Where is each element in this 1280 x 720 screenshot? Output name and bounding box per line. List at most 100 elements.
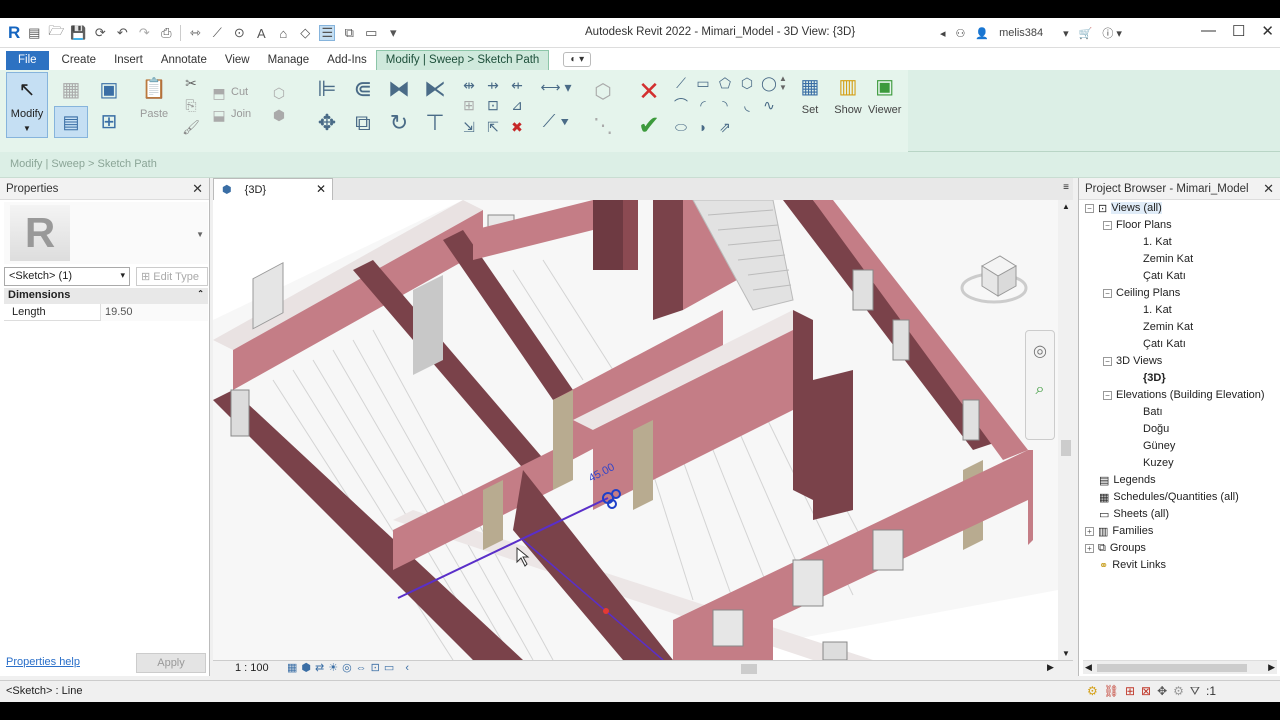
tree-item-ceiling-zemin-kat[interactable]: Zemin Kat: [1143, 319, 1193, 335]
show-button[interactable]: ▥ Show: [834, 72, 862, 117]
expand-icon[interactable]: +: [1085, 543, 1094, 553]
join-geometry-icon[interactable]: ⬓: [210, 106, 228, 124]
help-icon[interactable]: ⓘ ▾: [1102, 25, 1122, 41]
tab-view[interactable]: View: [216, 51, 259, 70]
minimize-icon[interactable]: —: [1201, 22, 1216, 40]
type-dropdown-icon[interactable]: ▼: [196, 230, 204, 239]
rectangle-icon[interactable]: ▭: [694, 74, 712, 92]
scroll-left-icon[interactable]: ◀: [1085, 662, 1092, 673]
type-selector[interactable]: <Sketch> (1) ▾: [4, 267, 130, 286]
filter-icon[interactable]: ⛛: [1190, 684, 1200, 699]
tree-item-dogu[interactable]: Doğu: [1143, 421, 1169, 437]
split-face-icon[interactable]: ⬢: [270, 106, 288, 124]
trim-multiple-icon[interactable]: ⇱: [484, 118, 502, 136]
create-assembly-icon[interactable]: ⋱: [588, 110, 618, 140]
viewcube[interactable]: [958, 240, 1030, 310]
3d-view-canvas[interactable]: 45.00 ◎ ⌕: [213, 200, 1058, 660]
tab-3d-view[interactable]: ⬢ {3D} ✕: [213, 178, 333, 200]
copy-element-icon[interactable]: ⧉: [350, 110, 376, 136]
drag-on-selection-icon[interactable]: ✥: [1157, 684, 1167, 699]
offset-icon[interactable]: ⋐: [350, 76, 376, 102]
undo-icon[interactable]: ↶: [114, 25, 130, 41]
collapse-icon[interactable]: −: [1103, 356, 1112, 366]
scroll-right-icon[interactable]: ▶: [1268, 662, 1275, 673]
scissors-icon[interactable]: ✂: [182, 74, 200, 92]
save-icon[interactable]: 💾: [70, 25, 86, 41]
split-gap-icon[interactable]: ⇸: [484, 76, 502, 94]
section-icon[interactable]: ◇: [297, 25, 313, 41]
expand-arrow-icon[interactable]: ◂: [940, 27, 946, 40]
tree-item-3d-default[interactable]: {3D}: [1143, 370, 1166, 386]
unpin-icon[interactable]: ⇷: [508, 76, 526, 94]
rotate-icon[interactable]: ↻: [386, 110, 412, 136]
close-hidden-windows-icon[interactable]: ⧉: [341, 25, 357, 41]
circle-icon[interactable]: ◯: [760, 74, 778, 92]
tree-item-ceiling-plans[interactable]: − Ceiling Plans: [1103, 285, 1180, 301]
cut-label[interactable]: Cut: [231, 86, 248, 98]
tag-icon[interactable]: ⊙: [231, 25, 247, 41]
type-properties-icon[interactable]: ▤: [54, 106, 88, 138]
ribbon-display-toggle-icon[interactable]: ◐ ▾: [563, 52, 592, 67]
background-process-icon[interactable]: ⚙: [1173, 684, 1184, 699]
copy-icon[interactable]: ⎘: [182, 96, 200, 114]
draw-gallery-scroll-icon[interactable]: ▲ ▼: [778, 74, 788, 92]
tree-item-floor-zemin-kat[interactable]: Zemin Kat: [1143, 251, 1193, 267]
redo-icon[interactable]: ↷: [136, 25, 152, 41]
tree-item-3d-views[interactable]: −3D Views: [1103, 353, 1162, 369]
user-dropdown-icon[interactable]: ▾: [1063, 27, 1069, 40]
default-3d-view-icon[interactable]: ⌂: [275, 25, 291, 41]
horizontal-scrollbar[interactable]: ◀ ▶: [1083, 660, 1277, 674]
modify-button[interactable]: ↖ Modify ▼: [6, 72, 48, 138]
thin-lines-icon[interactable]: ☰: [319, 25, 336, 41]
expand-icon[interactable]: +: [1085, 526, 1094, 536]
measure-icon[interactable]: ⇿: [187, 25, 203, 41]
viewer-button[interactable]: ▣ Viewer: [868, 72, 901, 117]
align-icon[interactable]: ⊫: [314, 76, 340, 102]
ellipse-icon[interactable]: ⬭: [672, 118, 690, 136]
select-links-icon[interactable]: ⛓: [1104, 684, 1119, 699]
print-icon[interactable]: ⎙: [158, 25, 174, 41]
pick-lines-icon[interactable]: ⇗: [716, 118, 734, 136]
match-properties-icon[interactable]: 🖌: [182, 118, 200, 136]
move-icon[interactable]: ✥: [314, 110, 340, 136]
close-icon[interactable]: ✕: [316, 182, 326, 196]
cut-geometry-icon[interactable]: ⬒: [210, 84, 228, 102]
inscribed-polygon-icon[interactable]: ⬠: [716, 74, 734, 92]
sync-icon[interactable]: ⟳: [92, 25, 108, 41]
vertical-scrollbar[interactable]: ▲ ▼: [1059, 200, 1073, 660]
partial-ellipse-icon[interactable]: ◗: [694, 118, 712, 136]
scroll-right-icon[interactable]: ▶: [1047, 662, 1054, 673]
dimension-icon[interactable]: ⟷ ▾: [536, 78, 576, 96]
close-icon[interactable]: ✕: [1261, 22, 1274, 40]
apply-button[interactable]: Apply: [136, 653, 206, 673]
tab-add-ins[interactable]: Add-Ins: [318, 51, 376, 70]
match-type-icon[interactable]: ⊞: [94, 106, 124, 136]
tree-item-kuzey[interactable]: Kuzey: [1143, 455, 1174, 471]
fillet-arc-icon[interactable]: ◟: [738, 96, 756, 114]
spline-icon[interactable]: ∿: [760, 96, 778, 114]
tab-manage[interactable]: Manage: [259, 51, 319, 70]
edit-type-button[interactable]: ⊞ Edit Type: [136, 267, 208, 286]
text-icon[interactable]: A: [253, 25, 269, 41]
tree-item-guney[interactable]: Güney: [1143, 438, 1175, 454]
customize-qat-icon[interactable]: ▾: [385, 25, 401, 41]
circumscribed-polygon-icon[interactable]: ⬡: [738, 74, 756, 92]
username[interactable]: melis384: [999, 27, 1043, 39]
scroll-down-icon[interactable]: ▼: [1059, 649, 1073, 658]
select-pinned-icon[interactable]: ⊠: [1141, 684, 1151, 699]
tree-item-floor-1-kat[interactable]: 1. Kat: [1143, 234, 1172, 250]
tree-item-views-all[interactable]: − ⊡ Views (all): [1085, 200, 1162, 216]
start-end-arc-icon[interactable]: ⌒: [672, 96, 690, 114]
split-icon[interactable]: ⇹: [460, 76, 478, 94]
tab-file[interactable]: File: [6, 51, 49, 70]
join-label[interactable]: Join: [231, 108, 251, 120]
tab-modify-sweep-sketch-path[interactable]: Modify | Sweep > Sketch Path: [375, 50, 550, 70]
trim-single-icon[interactable]: ⇲: [460, 118, 478, 136]
worksharing-icon[interactable]: ⚙: [1087, 684, 1098, 699]
tree-item-schedules[interactable]: ▦ Schedules/Quantities (all): [1099, 489, 1239, 505]
revit-logo[interactable]: R: [8, 23, 20, 43]
clipboard-icon[interactable]: ▣: [94, 74, 124, 104]
cancel-edit-icon[interactable]: ✕: [634, 76, 664, 106]
set-button[interactable]: ▦ Set: [796, 72, 824, 117]
scale-icon[interactable]: ⊡: [484, 96, 502, 114]
